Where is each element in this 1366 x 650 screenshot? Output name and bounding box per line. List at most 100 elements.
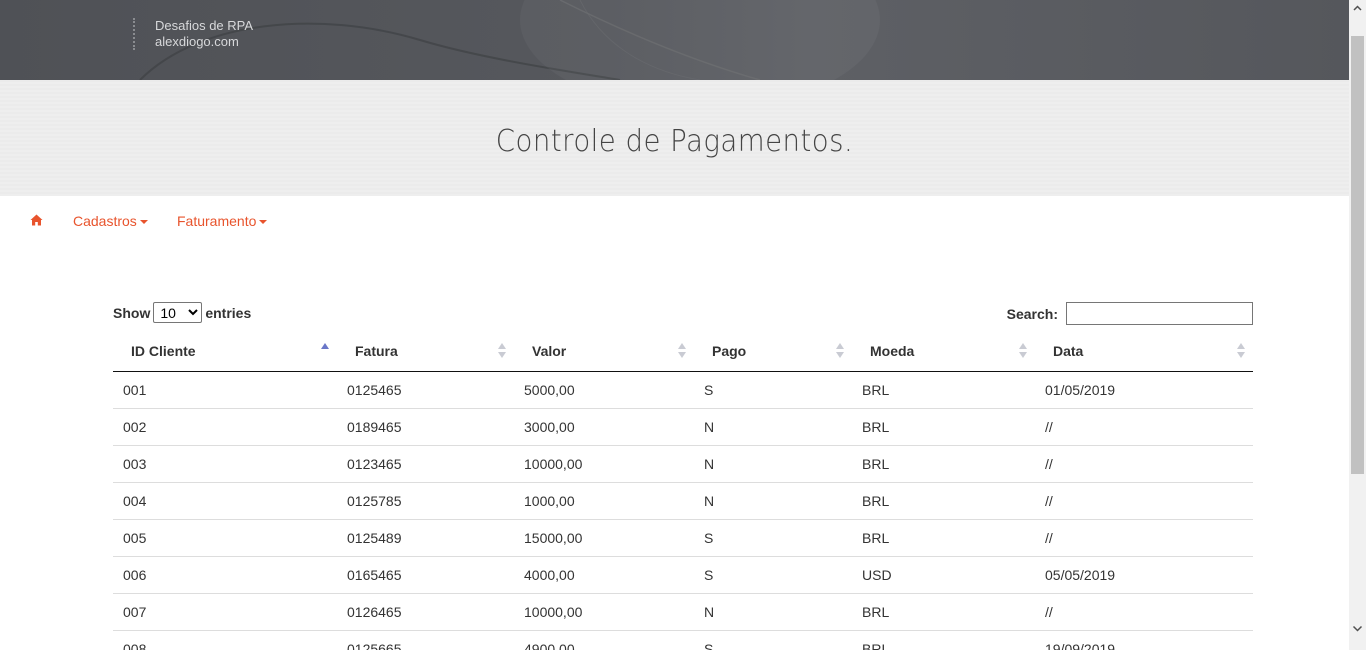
search-label: Search:	[1006, 305, 1058, 322]
cell-id-cliente: 003	[113, 444, 337, 482]
column-header-label: Data	[1053, 342, 1084, 359]
column-header-label: Pago	[712, 342, 747, 359]
table-row: 001 0125465 5000,00 S BRL 01/05/2019	[113, 371, 1253, 408]
sort-ascending-icon	[321, 343, 329, 359]
cell-data: 19/09/2019	[1035, 629, 1253, 650]
search-input[interactable]	[1066, 302, 1253, 325]
cell-valor: 4000,00	[514, 555, 694, 593]
cell-pago: N	[694, 481, 852, 519]
cell-valor: 3000,00	[514, 407, 694, 445]
nav-cadastros-label: Cadastros	[73, 213, 137, 229]
nav-faturamento-label: Faturamento	[177, 213, 257, 229]
table-row: 005 0125489 15000,00 S BRL //	[113, 518, 1253, 556]
table-header-row: ID Cliente Fatura Valor Pago Moeda Data	[113, 331, 1253, 372]
cell-valor: 10000,00	[514, 592, 694, 630]
entries-length-control: Show 10 entries	[113, 302, 251, 323]
page: Desafios de RPA alexdiogo.com Controle d…	[0, 0, 1349, 650]
scroll-up-arrow-icon[interactable]	[1353, 4, 1362, 13]
cell-moeda: BRL	[852, 592, 1035, 630]
sort-icon	[1237, 343, 1245, 359]
column-header-label: Fatura	[355, 342, 398, 359]
cell-valor: 4900,00	[514, 629, 694, 650]
cell-pago: N	[694, 592, 852, 630]
sort-icon	[498, 343, 506, 359]
column-header-fatura[interactable]: Fatura	[337, 331, 514, 372]
column-header-label: Moeda	[870, 342, 915, 359]
cell-data: 05/05/2019	[1035, 555, 1253, 593]
cell-valor: 10000,00	[514, 444, 694, 482]
cell-id-cliente: 004	[113, 481, 337, 519]
top-banner: Desafios de RPA alexdiogo.com	[0, 0, 1349, 80]
cell-moeda: BRL	[852, 481, 1035, 519]
table-row: 002 0189465 3000,00 N BRL //	[113, 407, 1253, 445]
column-header-id-cliente[interactable]: ID Cliente	[113, 331, 337, 372]
nav-cadastros[interactable]: Cadastros	[73, 213, 148, 229]
brand-site: alexdiogo.com	[155, 34, 239, 49]
cell-fatura: 0125465	[347, 381, 402, 398]
cell-pago: S	[694, 629, 852, 650]
cell-id-cliente: 002	[113, 407, 337, 445]
title-band: Controle de Pagamentos.	[0, 80, 1349, 196]
main-nav: Cadastros Faturamento	[0, 196, 1349, 246]
cell-fatura: 0125665	[337, 629, 514, 650]
brand[interactable]: Desafios de RPA alexdiogo.com	[133, 18, 253, 50]
cell-fatura: 0126465	[337, 592, 514, 630]
cell-data: //	[1035, 444, 1253, 482]
brand-title: Desafios de RPA	[155, 18, 254, 33]
cell-fatura: 0123465	[337, 444, 514, 482]
show-label: Show	[113, 304, 151, 321]
table-row: 004 0125785 1000,00 N BRL //	[113, 481, 1253, 519]
cell-moeda: USD	[852, 555, 1035, 593]
cell-valor: 1000,00	[514, 481, 694, 519]
cell-id-cliente: 006	[113, 555, 337, 593]
cell-fatura: 0165465	[337, 555, 514, 593]
cell-fatura: 0125489	[337, 518, 514, 556]
table-body: 001 0125465 5000,00 S BRL 01/05/2019 002…	[113, 371, 1253, 650]
cell-pago: S	[704, 381, 714, 398]
cell-fatura: 0189465	[337, 407, 514, 445]
column-header-label: ID Cliente	[131, 342, 196, 359]
cell-pago: S	[694, 518, 852, 556]
column-header-label: Valor	[532, 342, 567, 359]
caret-down-icon	[259, 219, 268, 224]
cell-pago: N	[694, 444, 852, 482]
search-control: Search:	[1007, 302, 1253, 325]
vertical-scrollbar[interactable]	[1349, 0, 1366, 650]
cell-valor: 15000,00	[514, 518, 694, 556]
payments-table: ID Cliente Fatura Valor Pago Moeda Data …	[113, 331, 1253, 650]
cell-id-cliente: 007	[113, 592, 337, 630]
cell-pago: N	[694, 407, 852, 445]
cell-data: //	[1035, 481, 1253, 519]
column-header-pago[interactable]: Pago	[694, 331, 852, 372]
cell-valor: 5000,00	[524, 381, 575, 398]
entries-select[interactable]: 10	[153, 302, 203, 323]
table-row: 007 0126465 10000,00 N BRL //	[113, 592, 1253, 630]
entries-label: entries	[205, 304, 252, 321]
cell-moeda: BRL	[852, 407, 1035, 445]
sort-icon	[836, 343, 844, 359]
scroll-down-arrow-icon[interactable]	[1352, 623, 1363, 634]
table-row: 003 0123465 10000,00 N BRL //	[113, 444, 1253, 482]
home-link[interactable]	[30, 214, 43, 226]
cell-moeda: BRL	[852, 518, 1035, 556]
nav-faturamento[interactable]: Faturamento	[177, 213, 268, 229]
home-icon	[30, 214, 43, 226]
scrollbar-thumb[interactable]	[1351, 36, 1364, 474]
cell-data: //	[1035, 592, 1253, 630]
cell-pago: S	[694, 555, 852, 593]
cell-moeda: BRL	[852, 629, 1035, 650]
table-row: 008 0125665 4900,00 S BRL 19/09/2019	[113, 629, 1253, 650]
cell-id-cliente: 005	[113, 518, 337, 556]
cell-data: //	[1035, 407, 1253, 445]
sort-icon	[678, 343, 686, 359]
table-row: 006 0165465 4000,00 S USD 05/05/2019	[113, 555, 1253, 593]
cell-moeda: BRL	[862, 381, 890, 398]
cell-data: //	[1035, 518, 1253, 556]
cell-data: 01/05/2019	[1045, 381, 1116, 398]
page-title: Controle de Pagamentos.	[495, 124, 854, 159]
column-header-moeda[interactable]: Moeda	[852, 331, 1035, 372]
column-header-valor[interactable]: Valor	[514, 331, 694, 372]
cell-id-cliente: 008	[113, 629, 337, 650]
column-header-data[interactable]: Data	[1035, 331, 1253, 372]
caret-down-icon	[139, 219, 148, 224]
